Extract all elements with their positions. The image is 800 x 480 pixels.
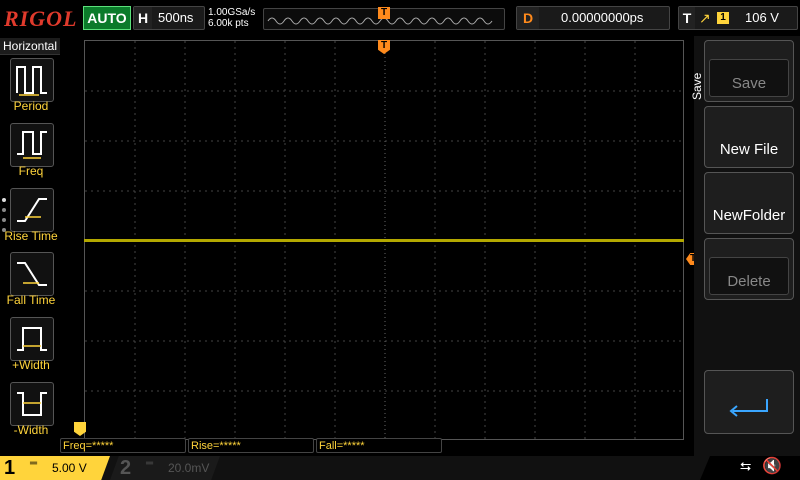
rise-time-button[interactable]	[10, 188, 54, 232]
trigger-channel-badge: 1	[717, 12, 729, 24]
freq-readout: Freq=*****	[60, 438, 186, 453]
ch1-number: 1	[4, 457, 16, 479]
menu-title: Save	[690, 72, 704, 100]
new-folder-button[interactable]: NewFolder	[704, 172, 794, 234]
delay-box[interactable]: D 0.00000000ps	[516, 6, 670, 30]
measure-panel-title: Horizontal	[0, 38, 60, 55]
save-button[interactable]: Save	[704, 40, 794, 102]
sample-rate: 1.00GSa/s	[208, 7, 256, 18]
positive-width-button[interactable]	[10, 317, 54, 361]
ch1-trace	[84, 239, 684, 242]
frequency-button[interactable]	[10, 123, 54, 167]
delete-label: Delete	[727, 273, 771, 290]
new-file-button[interactable]: New File	[704, 106, 794, 168]
usb-icon: ⮀	[740, 458, 752, 474]
frequency-icon	[17, 131, 47, 159]
h-letter: H	[134, 7, 152, 29]
rise-time-icon	[17, 198, 47, 222]
fall-time-icon	[17, 262, 47, 286]
rise-readout: Rise=*****	[188, 438, 314, 453]
negative-width-button[interactable]	[10, 382, 54, 426]
negative-width-icon	[17, 392, 47, 416]
status-icons: ⮀ 🔇	[700, 456, 800, 480]
return-arrow-icon	[729, 399, 768, 417]
ch2-box[interactable]: 2 ═ 20.0mV	[110, 456, 220, 480]
trigger-level: 106 V	[745, 10, 779, 25]
run-state-button[interactable]: AUTO	[83, 6, 131, 30]
positive-width-label: +Width	[12, 358, 50, 372]
period-button[interactable]	[10, 58, 54, 102]
overview-trigger-marker: T	[378, 7, 390, 19]
new-folder-label: NewFolder	[712, 207, 786, 224]
delete-button[interactable]: Delete	[704, 238, 794, 300]
save-label: Save	[731, 75, 767, 92]
positive-width-icon	[17, 327, 47, 351]
negative-width-label: -Width	[13, 423, 49, 437]
horizontal-timebase[interactable]: H 500ns	[133, 6, 205, 30]
delay-value: 0.00000000ps	[561, 10, 644, 25]
rigol-logo: RIGOL	[4, 6, 78, 31]
dc-coupling-icon: ═	[146, 458, 154, 469]
period-label: Period	[13, 99, 49, 113]
dc-coupling-icon: ═	[30, 458, 38, 469]
ch2-scale: 20.0mV	[168, 461, 210, 475]
fall-time-button[interactable]	[10, 252, 54, 296]
rise-time-label: Rise Time	[4, 229, 58, 243]
return-button[interactable]	[704, 370, 794, 434]
d-letter: D	[517, 7, 539, 29]
ch1-scale: 5.00 V	[52, 461, 87, 475]
fall-readout: Fall=*****	[316, 438, 442, 453]
new-file-label: New File	[719, 141, 779, 158]
ch2-number: 2	[120, 457, 132, 479]
mute-speaker-icon[interactable]: 🔇	[762, 456, 782, 476]
frequency-label: Freq	[18, 164, 44, 178]
ch1-box[interactable]: 1 ═ 5.00 V	[0, 456, 110, 480]
rising-edge-icon: ↗	[699, 10, 711, 26]
fall-time-label: Fall Time	[6, 293, 56, 307]
period-icon	[16, 66, 47, 96]
timebase-value: 500ns	[158, 10, 194, 25]
t-letter: T	[679, 7, 695, 29]
trigger-box[interactable]: T ↗ 1 106 V	[678, 6, 798, 30]
memory-depth: 6.00k pts	[208, 18, 249, 29]
